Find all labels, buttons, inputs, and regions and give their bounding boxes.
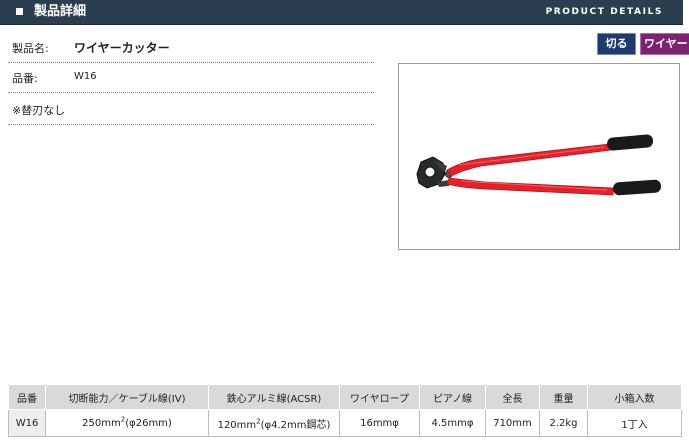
spec-cell-acsr: 120mm2(φ4.2mm鋼芯): [208, 409, 340, 437]
product-name-value: ワイヤーカッター: [74, 41, 170, 55]
square-bullet-icon: [16, 8, 23, 15]
spec-header-code: 品番: [8, 384, 46, 410]
spec-header-length: 全長: [485, 384, 540, 410]
product-note: ※替刃なし: [12, 104, 66, 117]
spec-cell-box-qty: 1丁入: [587, 409, 682, 437]
section-title: 製品詳細: [34, 4, 87, 19]
spec-cell-weight: 2.2kg: [539, 409, 588, 437]
spec-cell-code: W16: [8, 409, 46, 437]
spec-cell-length: 710mm: [485, 409, 540, 437]
spec-header-piano-wire: ピアノ線: [419, 384, 486, 410]
spec-cell-cable: 250mm2(φ26mm): [45, 409, 209, 437]
spec-cell-piano-wire: 4.5mmφ: [419, 409, 486, 437]
spec-header-wire-rope: ワイヤロープ: [339, 384, 420, 410]
product-note-row: ※替刃なし: [8, 98, 374, 125]
tag-cut-button[interactable]: 切る: [597, 33, 636, 55]
product-name-row: 製品名: ワイヤーカッター: [8, 36, 374, 63]
wire-cutter-illustration: [416, 134, 662, 196]
spec-header-acsr: 鉄心アルミ線(ACSR): [208, 384, 340, 410]
product-code-value: W16: [74, 71, 97, 82]
spec-header-cable: 切断能力／ケーブル線(IV): [45, 384, 209, 410]
cutter-lower-grip: [613, 179, 662, 196]
section-header: 製品詳細 PRODUCT DETAILS: [0, 0, 683, 25]
spec-header-box-qty: 小箱入数: [587, 384, 682, 410]
cutter-lower-handle: [446, 177, 614, 196]
product-image: [398, 63, 680, 250]
product-code-row: 品番: W16: [8, 66, 374, 93]
product-code-label: 品番:: [12, 72, 38, 85]
table-row: W16 250mm2(φ26mm) 120mm2(φ4.2mm鋼芯) 16mmφ…: [8, 409, 682, 437]
spec-table: 品番 切断能力／ケーブル線(IV) 鉄心アルミ線(ACSR) ワイヤロープ ピア…: [8, 384, 682, 437]
spec-header-weight: 重量: [539, 384, 588, 410]
spec-header-row: 品番 切断能力／ケーブル線(IV) 鉄心アルミ線(ACSR) ワイヤロープ ピア…: [8, 384, 682, 410]
cutter-upper-grip: [607, 134, 654, 151]
tag-wire-button[interactable]: ワイヤー: [640, 33, 689, 55]
spec-cell-wire-rope: 16mmφ: [339, 409, 420, 437]
product-name-label: 製品名:: [12, 42, 49, 55]
section-title-en: PRODUCT DETAILS: [545, 7, 663, 17]
